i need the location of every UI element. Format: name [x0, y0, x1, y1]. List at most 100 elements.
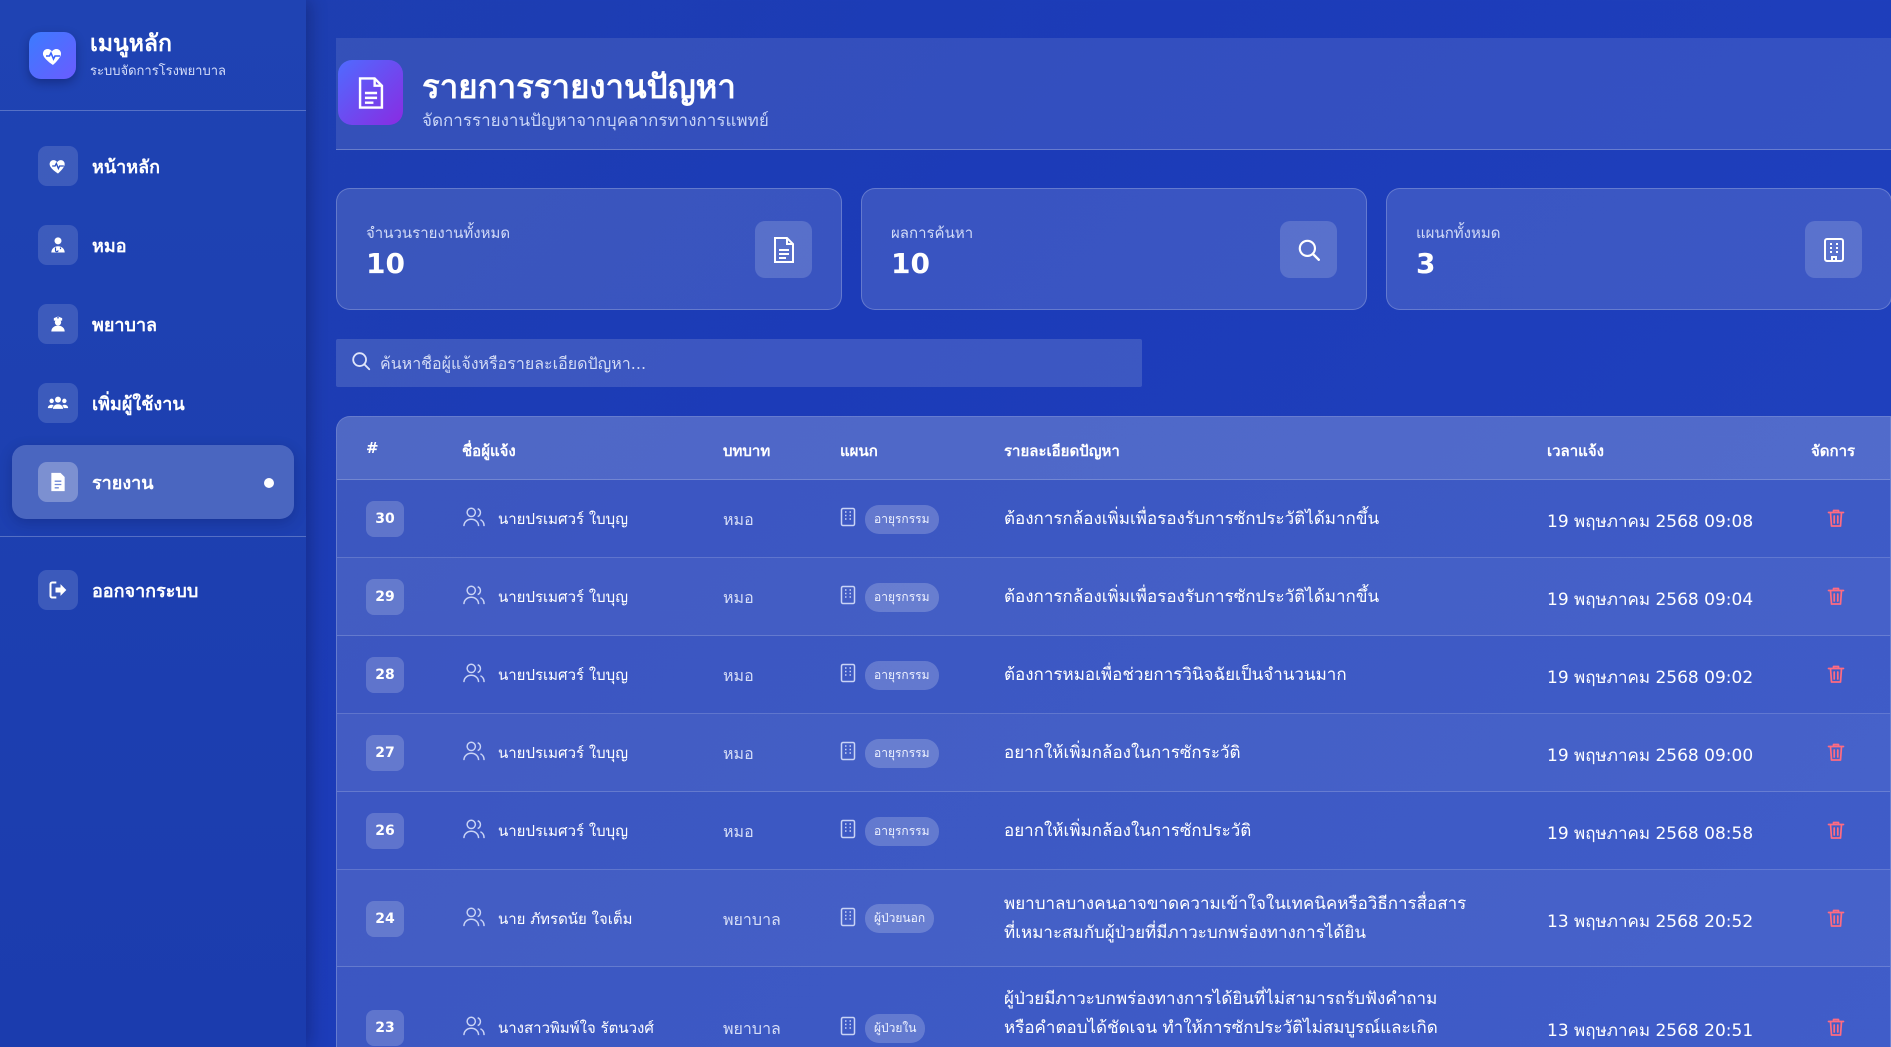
row-id-badge: 30 — [366, 501, 404, 537]
problem-detail-line: อยากให้เพิ่มกล้องในการซักระวัติ — [1004, 743, 1241, 763]
problem-detail-line: ผู้ป่วยมีภาวะบกพร่องทางการได้ยินที่ไม่สา… — [1004, 989, 1438, 1009]
search-icon — [350, 350, 372, 376]
row-id-cell: 24 — [366, 900, 404, 937]
problem-detail-line: หรือคำตอบได้ชัดเจน ทำให้การซักประวัติไม่… — [1004, 1018, 1438, 1038]
reporter-name: นายปรเมศวร์ ใบบุญ — [498, 822, 628, 840]
sidebar-item-doctor[interactable]: หมอ — [12, 208, 294, 282]
row-id-badge: 23 — [366, 1010, 404, 1046]
reporter-name: นาย ภัทรดนัย ใจเต็ม — [498, 909, 633, 928]
reports-table: # ชื่อผู้แจ้ง บทบาท แผนก รายละเอียดปัญหา… — [336, 416, 1891, 1047]
stat-card-search-results: ผลการค้นหา 10 — [861, 188, 1367, 310]
logout-icon — [38, 570, 78, 610]
department-badge: อายุรกรรม — [865, 582, 939, 612]
row-id-badge: 29 — [366, 579, 404, 615]
search-input[interactable] — [380, 353, 1140, 373]
document-icon — [755, 221, 812, 278]
trash-icon — [1827, 1017, 1845, 1041]
building-icon — [840, 507, 856, 531]
page-title: รายการรายงานปัญหา — [422, 67, 736, 106]
reporter-cell: นายปรเมศวร์ ใบบุญ — [462, 662, 628, 688]
document-icon — [38, 462, 78, 502]
sidebar-item-label: หน้าหลัก — [92, 156, 161, 178]
sidebar-item-add-user[interactable]: เพิ่มผู้ใช้งาน — [12, 366, 294, 440]
row-id-badge: 24 — [366, 900, 404, 937]
sidebar-item-home[interactable]: หน้าหลัก — [12, 129, 294, 203]
problem-detail-line: พยาบาลบางคนอาจขาดความเข้าใจในเทคนิคหรือว… — [1004, 894, 1467, 914]
department-cell: อายุรกรรม — [840, 582, 939, 612]
row-id-cell: 29 — [366, 579, 404, 615]
report-time: 19 พฤษภาคม 2568 08:58 — [1547, 824, 1754, 844]
row-id-badge: 27 — [366, 735, 404, 771]
problem-detail-cell: ต้องการหมอเพื่อช่วยการวินิจฉัยเป็นจำนวนม… — [1004, 661, 1347, 690]
problem-detail-cell: อยากให้เพิ่มกล้องในการซักระวัติ — [1004, 739, 1241, 768]
stat-label: แผนกทั้งหมด — [1416, 224, 1501, 242]
sidebar-item-nurse[interactable]: พยาบาล — [12, 287, 294, 361]
reporter-cell: นายปรเมศวร์ ใบบุญ — [462, 818, 628, 844]
brand: เมนูหลัก ระบบจัดการโรงพยาบาล — [29, 30, 226, 81]
problem-detail-cell: อยากให้เพิ่มกล้องในการซักประวัติ — [1004, 817, 1251, 846]
department-cell: อายุรกรรม — [840, 504, 939, 534]
problem-detail-cell: ผู้ป่วยมีภาวะบกพร่องทางการได้ยินที่ไม่สา… — [1004, 985, 1438, 1043]
role-cell: หมอ — [723, 666, 754, 685]
department-badge: อายุรกรรม — [865, 738, 939, 768]
sidebar-item-label: พยาบาล — [92, 314, 158, 336]
reporter-cell: นายปรเมศวร์ ใบบุญ — [462, 506, 628, 532]
department-badge: อายุรกรรม — [865, 504, 939, 534]
search-icon — [1280, 221, 1337, 278]
column-header-role: บทบาท — [723, 442, 771, 460]
reporter-cell: นาย ภัทรดนัย ใจเต็ม — [462, 906, 633, 932]
delete-button[interactable] — [1827, 908, 1845, 932]
sidebar-item-reports[interactable]: รายงาน — [12, 445, 294, 519]
problem-detail-cell: ต้องการกล้องเพิ่มเพื่อรองรับการซักประวัต… — [1004, 505, 1379, 534]
delete-button[interactable] — [1827, 508, 1845, 532]
table-row: 29 นายปรเมศวร์ ใบบุญ หมอ อายุรกรรม ต้องก… — [337, 558, 1890, 636]
delete-button[interactable] — [1827, 820, 1845, 844]
building-icon — [1805, 221, 1862, 278]
department-cell: อายุรกรรม — [840, 738, 939, 768]
active-indicator — [264, 478, 274, 488]
department-cell: อายุรกรรม — [840, 660, 939, 690]
problem-detail-line: อยากให้เพิ่มกล้องในการซักประวัติ — [1004, 821, 1252, 841]
divider — [0, 110, 306, 111]
delete-button[interactable] — [1827, 742, 1845, 766]
page-header: รายการรายงานปัญหา จัดการรายงานปัญหาจากบุ… — [336, 38, 1891, 150]
row-id-cell: 27 — [366, 735, 404, 771]
reporter-name: นางสาวพิมพ์ใจ รัตนวงศ์ — [498, 1019, 654, 1037]
table-header: # ชื่อผู้แจ้ง บทบาท แผนก รายละเอียดปัญหา… — [337, 417, 1890, 480]
problem-detail-cell: ต้องการกล้องเพิ่มเพื่อรองรับการซักประวัต… — [1004, 583, 1379, 612]
delete-button[interactable] — [1827, 586, 1845, 610]
user-icon — [462, 818, 486, 844]
building-icon — [840, 741, 856, 765]
stat-card-departments: แผนกทั้งหมด 3 — [1386, 188, 1891, 310]
column-header-reporter: ชื่อผู้แจ้ง — [462, 442, 516, 460]
problem-detail-line: ต้องการกล้องเพิ่มเพื่อรองรับการซักประวัต… — [1004, 509, 1380, 529]
table-row: 28 นายปรเมศวร์ ใบบุญ หมอ อายุรกรรม ต้องก… — [337, 636, 1890, 714]
report-time: 13 พฤษภาคม 2568 20:52 — [1547, 911, 1754, 932]
sidebar-item-label: หมอ — [92, 235, 127, 257]
stat-value: 10 — [366, 247, 405, 280]
column-header-actions: จัดการ — [1811, 442, 1856, 460]
logout-button[interactable]: ออกจากระบบ — [12, 553, 294, 627]
problem-detail-line: ต้องการหมอเพื่อช่วยการวินิจฉัยเป็นจำนวนม… — [1004, 665, 1347, 685]
row-id-cell: 28 — [366, 657, 404, 693]
department-cell: ผู้ป่วยนอก — [840, 904, 935, 933]
row-id-badge: 28 — [366, 657, 404, 693]
table-row: 27 นายปรเมศวร์ ใบบุญ หมอ อายุรกรรม อยากใ… — [337, 714, 1890, 792]
stat-value: 10 — [891, 247, 930, 280]
trash-icon — [1827, 742, 1845, 766]
table-row: 26 นายปรเมศวร์ ใบบุญ หมอ อายุรกรรม อยากใ… — [337, 792, 1890, 870]
row-id-cell: 23 — [366, 1010, 404, 1046]
user-icon — [462, 740, 486, 766]
delete-button[interactable] — [1827, 664, 1845, 688]
heart-pulse-icon — [38, 146, 78, 186]
report-time: 19 พฤษภาคม 2568 09:00 — [1547, 746, 1754, 766]
user-icon — [462, 662, 486, 688]
doctor-icon — [38, 225, 78, 265]
user-icon — [462, 906, 486, 932]
building-icon — [840, 585, 856, 609]
delete-button[interactable] — [1827, 1017, 1845, 1041]
sidebar-title: เมนูหลัก — [90, 31, 172, 57]
building-icon — [840, 663, 856, 687]
stat-card-total-reports: จำนวนรายงานทั้งหมด 10 — [336, 188, 842, 310]
report-time: 19 พฤษภาคม 2568 09:04 — [1547, 590, 1754, 610]
